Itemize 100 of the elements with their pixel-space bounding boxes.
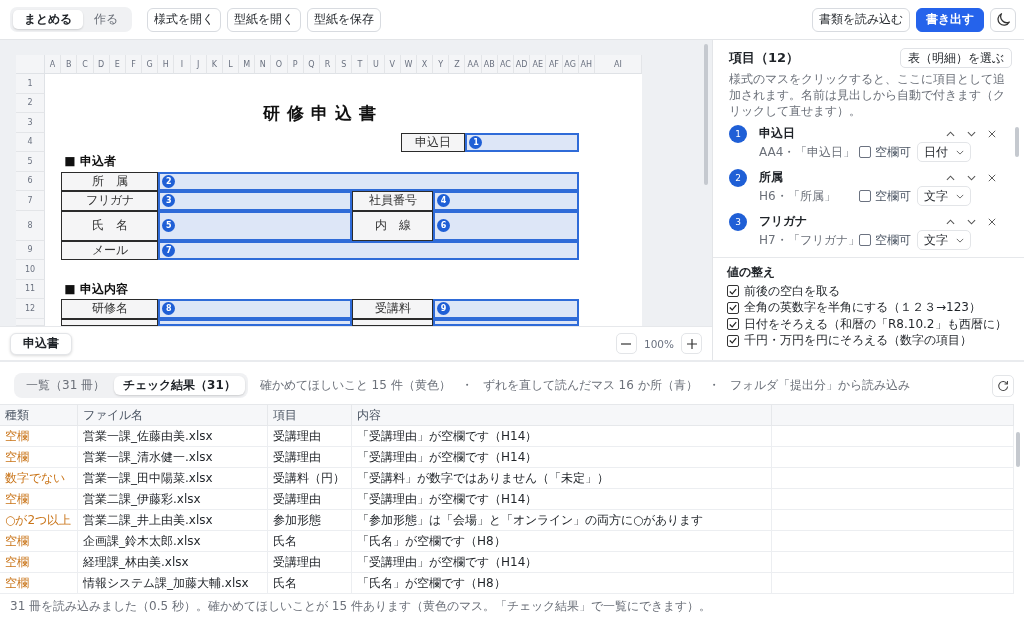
chevron-down-icon <box>966 218 976 225</box>
table-cell: 受講料（円） <box>268 468 352 489</box>
checkbox[interactable] <box>727 301 739 314</box>
option-label: 日付をそろえる（和暦の「R8.10.2」も西暦に） <box>744 315 1007 333</box>
sheet-column-header: G <box>142 55 159 74</box>
sheet-column-header: H <box>158 55 175 74</box>
form-label-cell: 研修名 <box>61 299 159 319</box>
table-cell: 「参加形態」は「会場」と「オンライン」の両方に○があります <box>352 510 772 531</box>
type-select[interactable]: 文字 <box>917 186 971 206</box>
sheet-column-header: B <box>61 55 78 74</box>
sheet-column-header: O <box>271 55 288 74</box>
sheet-row-header: 7 <box>16 191 45 211</box>
form-field-cell[interactable]: 3 <box>158 191 353 211</box>
results-tab[interactable]: チェック結果（31） <box>114 376 245 395</box>
chevron-down-icon <box>966 174 976 181</box>
summary-text: ずれを直して読んだマス 16 か所（青） <box>482 377 698 394</box>
summary-text: 確かめてほしいこと 15 件（黄色） <box>259 377 451 394</box>
field-name[interactable]: 申込日 <box>759 125 930 142</box>
form-field-cell[interactable]: 5 <box>158 210 353 241</box>
scrollbar-thumb[interactable] <box>704 44 708 185</box>
form-field-cell[interactable]: 7 <box>158 240 579 260</box>
moon-icon <box>996 13 1010 26</box>
sheet-column-header: I <box>174 55 191 74</box>
checkbox[interactable] <box>859 190 871 202</box>
minus-icon <box>621 342 632 345</box>
results-tab[interactable]: 一覧（31 冊） <box>17 376 115 395</box>
form-field-cell[interactable]: 4 <box>433 191 579 211</box>
zoom-out-button[interactable] <box>615 333 637 354</box>
chevron-up-icon <box>945 174 955 181</box>
close-icon <box>988 173 996 182</box>
check-icon <box>729 287 737 295</box>
checkbox[interactable] <box>727 285 739 298</box>
form-field-cell[interactable]: 9 <box>433 299 579 319</box>
form-field-cell[interactable] <box>158 318 353 326</box>
toolbar-button[interactable]: 型紙を保存 <box>307 7 381 32</box>
form-title: 研修申込書 <box>262 101 384 125</box>
checkbox-label: 空欄可 <box>875 231 911 249</box>
sheet-row-header: 5 <box>16 152 45 172</box>
sheet-column-header: AA <box>465 55 482 74</box>
zoom-in-button[interactable] <box>681 333 702 354</box>
panel-title: 項目（12） <box>729 49 800 67</box>
form-field-cell[interactable]: 8 <box>158 299 353 319</box>
table-cell: 受講理由 <box>268 552 352 573</box>
cell-reference: H6・「所属」 <box>759 187 837 205</box>
form-field-cell[interactable]: 1 <box>465 132 579 152</box>
field-number-badge: 1 <box>469 135 483 149</box>
form-label-cell: 氏 名 <box>61 210 159 241</box>
form-label-cell: 受講料 <box>352 299 434 319</box>
item-number-badge: 1 <box>729 124 747 143</box>
scrollbar-thumb[interactable] <box>1015 127 1019 157</box>
form-field-cell[interactable]: 6 <box>433 210 579 241</box>
table-cell: 受講理由 <box>268 489 352 510</box>
section-title: 値の整え <box>727 265 776 280</box>
table-cell: 空欄 <box>0 552 78 573</box>
form-field-cell[interactable]: 2 <box>158 171 579 191</box>
sheet-row-header: 8 <box>16 210 45 241</box>
option-label: 全角の英数字を半角にする（１２３→123） <box>744 299 981 317</box>
checkbox[interactable] <box>727 334 739 347</box>
column-header: 項目 <box>268 404 352 426</box>
primary-button[interactable]: 書き出す <box>916 7 984 32</box>
sheet-column-header: N <box>255 55 272 74</box>
field-number-badge: 8 <box>162 302 176 316</box>
table-cell: 受講理由 <box>268 447 352 468</box>
chevron-up-icon <box>945 130 955 137</box>
section-heading: ■ 申込者 <box>64 153 116 171</box>
mode-tab[interactable]: 作る <box>83 10 129 29</box>
plus-icon <box>686 338 697 349</box>
cell-reference: H7・「フリガナ」 <box>759 231 859 249</box>
checkbox[interactable] <box>727 318 739 331</box>
mode-tab[interactable]: まとめる <box>13 10 83 29</box>
sheet-column-header: M <box>239 55 256 74</box>
toolbar-button[interactable]: 書類を読み込む <box>812 7 910 32</box>
table-cell: 営業一課_佐藤由美.xlsx <box>78 426 268 447</box>
summary-text: ・ <box>707 377 720 394</box>
field-name[interactable]: フリガナ <box>759 213 930 230</box>
form-label-cell: フリガナ <box>61 191 159 211</box>
item-number-badge: 3 <box>729 212 747 231</box>
theme-button[interactable] <box>990 7 1016 32</box>
sheet-column-header: U <box>368 55 385 74</box>
table-cell: 空欄 <box>0 531 78 552</box>
field-number-badge: 7 <box>162 243 176 257</box>
table-cell: 「受講料」が数字ではありません（「未定」） <box>352 468 772 489</box>
close-icon <box>988 217 996 226</box>
type-select[interactable]: 日付 <box>917 142 971 162</box>
table-cell: 営業一課_清水健一.xlsx <box>78 447 268 468</box>
type-select[interactable]: 文字 <box>917 230 971 250</box>
toolbar-button[interactable]: 型紙を開く <box>227 7 301 32</box>
summary-text: ・ <box>460 377 473 394</box>
choose-table-button[interactable]: 表（明細）を選ぶ <box>900 48 1012 68</box>
toolbar-button[interactable]: 様式を開く <box>147 7 221 32</box>
checkbox[interactable] <box>859 146 871 158</box>
scrollbar-thumb[interactable] <box>1016 432 1020 467</box>
field-name[interactable]: 所属 <box>759 169 930 186</box>
table-cell: 空欄 <box>0 447 78 468</box>
checkbox[interactable] <box>859 234 871 246</box>
table-cell: 「受講理由」が空欄です（H14） <box>352 426 772 447</box>
refresh-button[interactable] <box>992 374 1014 397</box>
sheet-tab[interactable]: 申込書 <box>10 332 72 355</box>
chevron-down-icon <box>956 193 964 199</box>
form-field-cell[interactable] <box>433 318 579 326</box>
